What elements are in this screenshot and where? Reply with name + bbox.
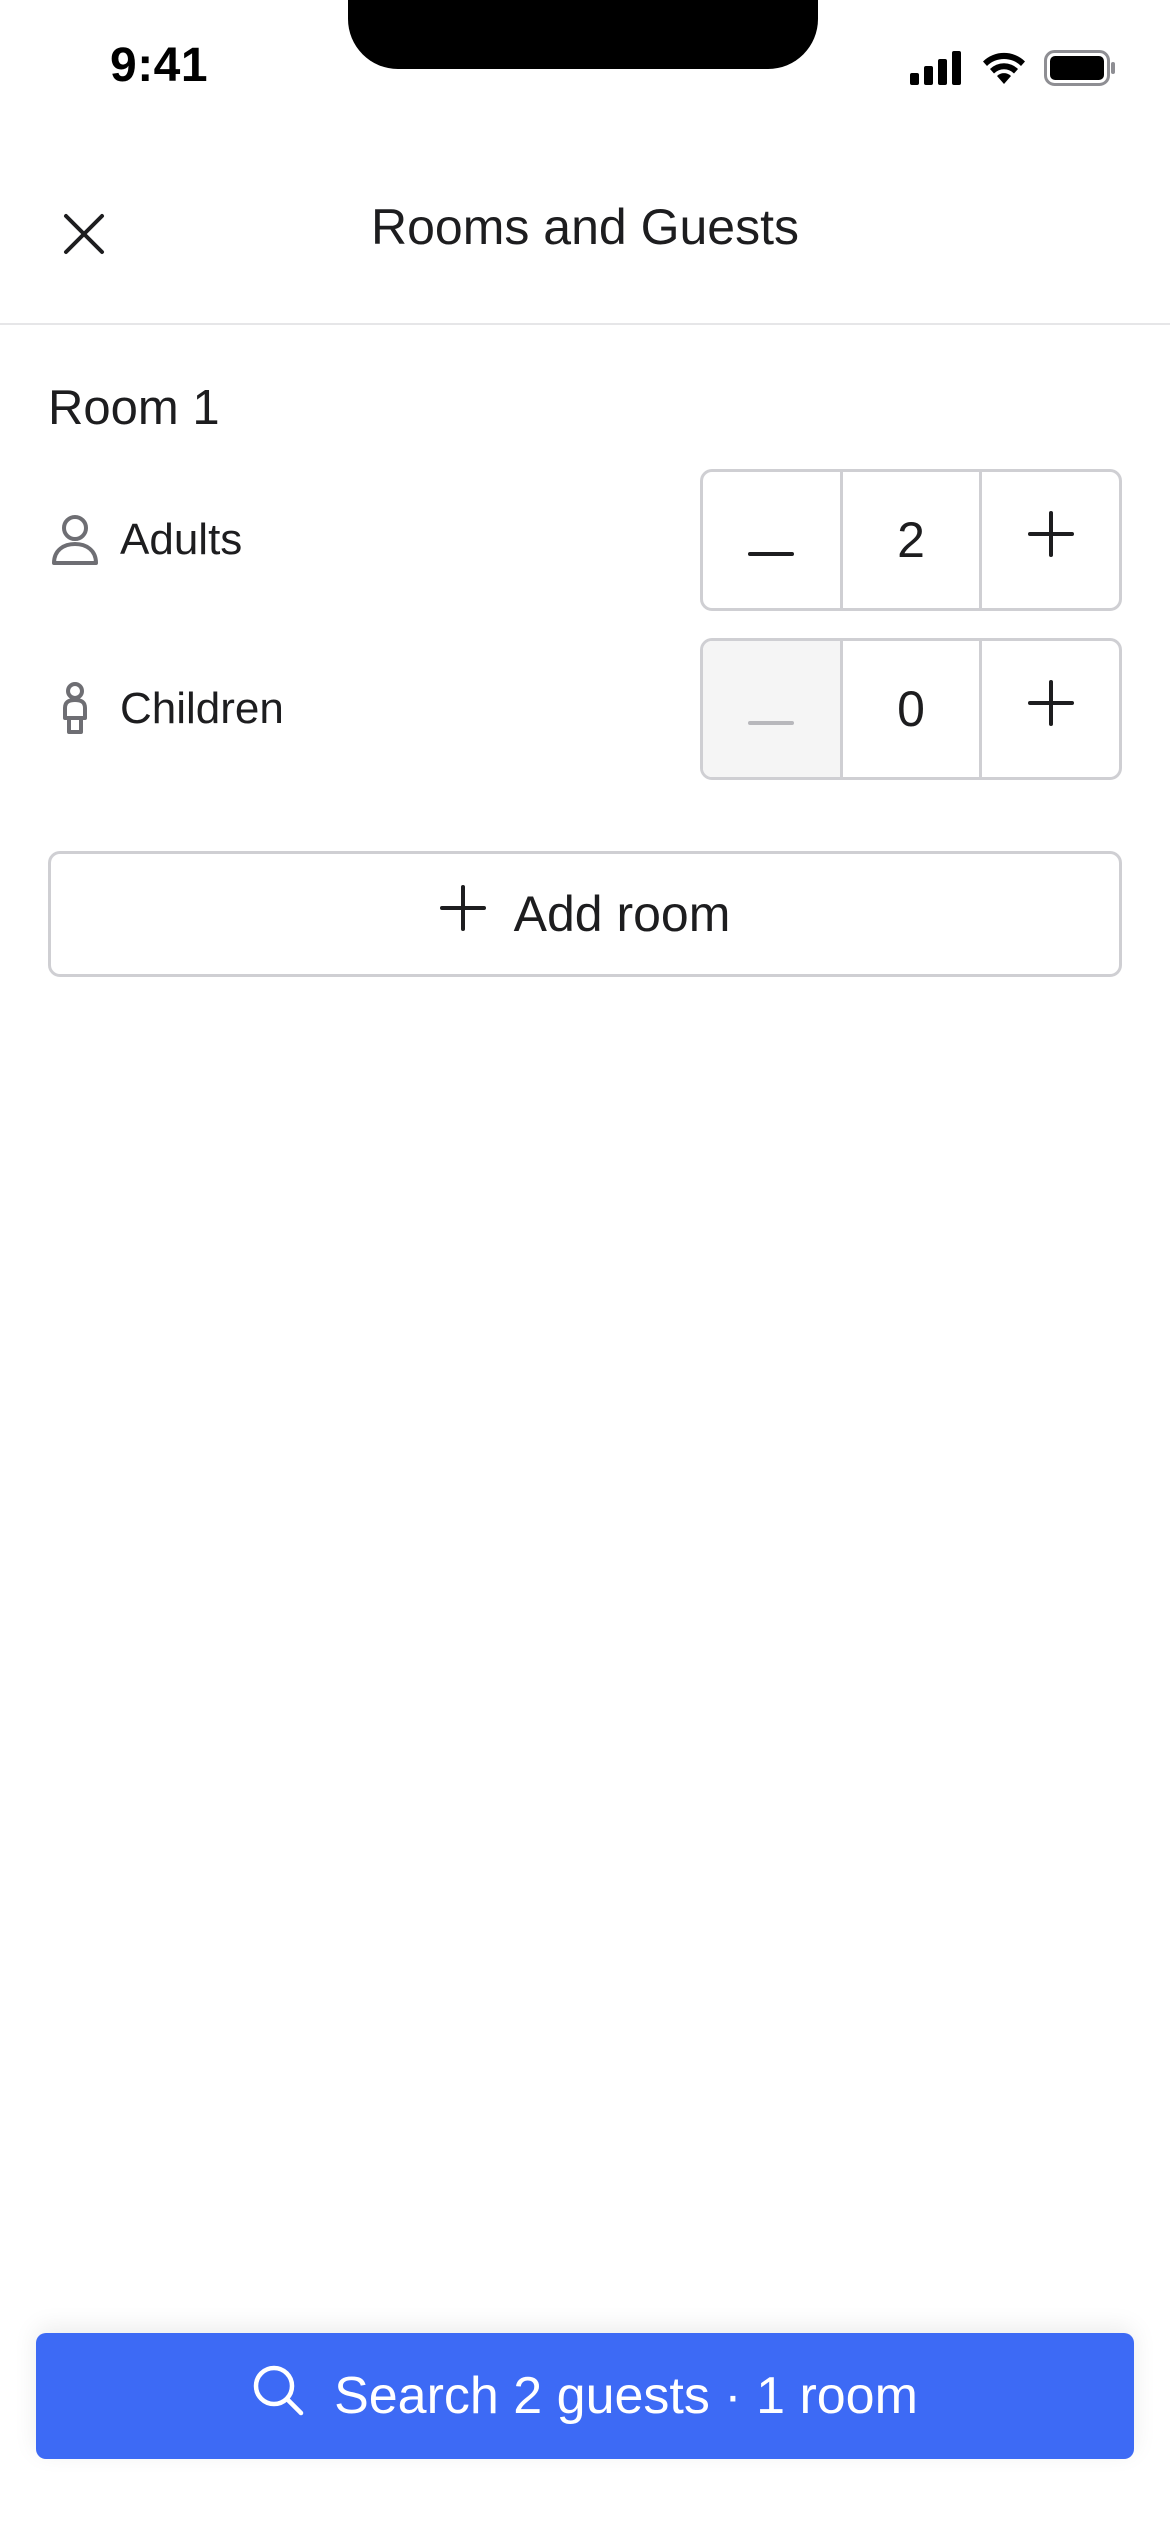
child-icon [48, 682, 102, 736]
adults-label-group: Adults [48, 469, 242, 611]
plus-icon [1027, 511, 1074, 569]
children-label: Children [120, 684, 284, 733]
battery-icon [1044, 49, 1116, 91]
person-icon [48, 513, 102, 567]
adults-decrement-button[interactable] [703, 472, 840, 608]
minus-icon [748, 680, 795, 738]
adults-count: 2 [839, 472, 980, 608]
adults-label: Adults [120, 515, 243, 564]
adults-increment-button[interactable] [979, 472, 1119, 608]
status-bar: 9:41 [0, 0, 1170, 140]
adults-row: Adults 2 [48, 469, 1122, 611]
room-title: Room 1 [48, 381, 220, 435]
cellular-signal-icon [910, 50, 964, 90]
add-room-label: Add room [513, 886, 731, 942]
children-decrement-button[interactable] [703, 641, 840, 777]
minus-icon [748, 511, 795, 569]
search-icon [252, 2364, 304, 2429]
search-button[interactable]: Search 2 guests · 1 room [36, 2333, 1134, 2459]
adults-stepper: 2 [700, 469, 1122, 611]
wifi-icon [980, 50, 1028, 91]
status-icons [910, 49, 1116, 91]
search-button-label: Search 2 guests · 1 room [334, 2367, 918, 2425]
plus-icon [1027, 680, 1074, 738]
add-room-button[interactable]: Add room [48, 851, 1122, 977]
plus-icon [439, 885, 486, 943]
header: Rooms and Guests [0, 140, 1170, 325]
page-title: Rooms and Guests [371, 199, 799, 255]
children-row: Children 0 [48, 638, 1122, 780]
children-label-group: Children [48, 638, 284, 780]
children-count: 0 [839, 641, 980, 777]
children-stepper: 0 [700, 638, 1122, 780]
children-increment-button[interactable] [979, 641, 1119, 777]
device-notch [348, 0, 818, 69]
status-time: 9:41 [110, 39, 209, 92]
